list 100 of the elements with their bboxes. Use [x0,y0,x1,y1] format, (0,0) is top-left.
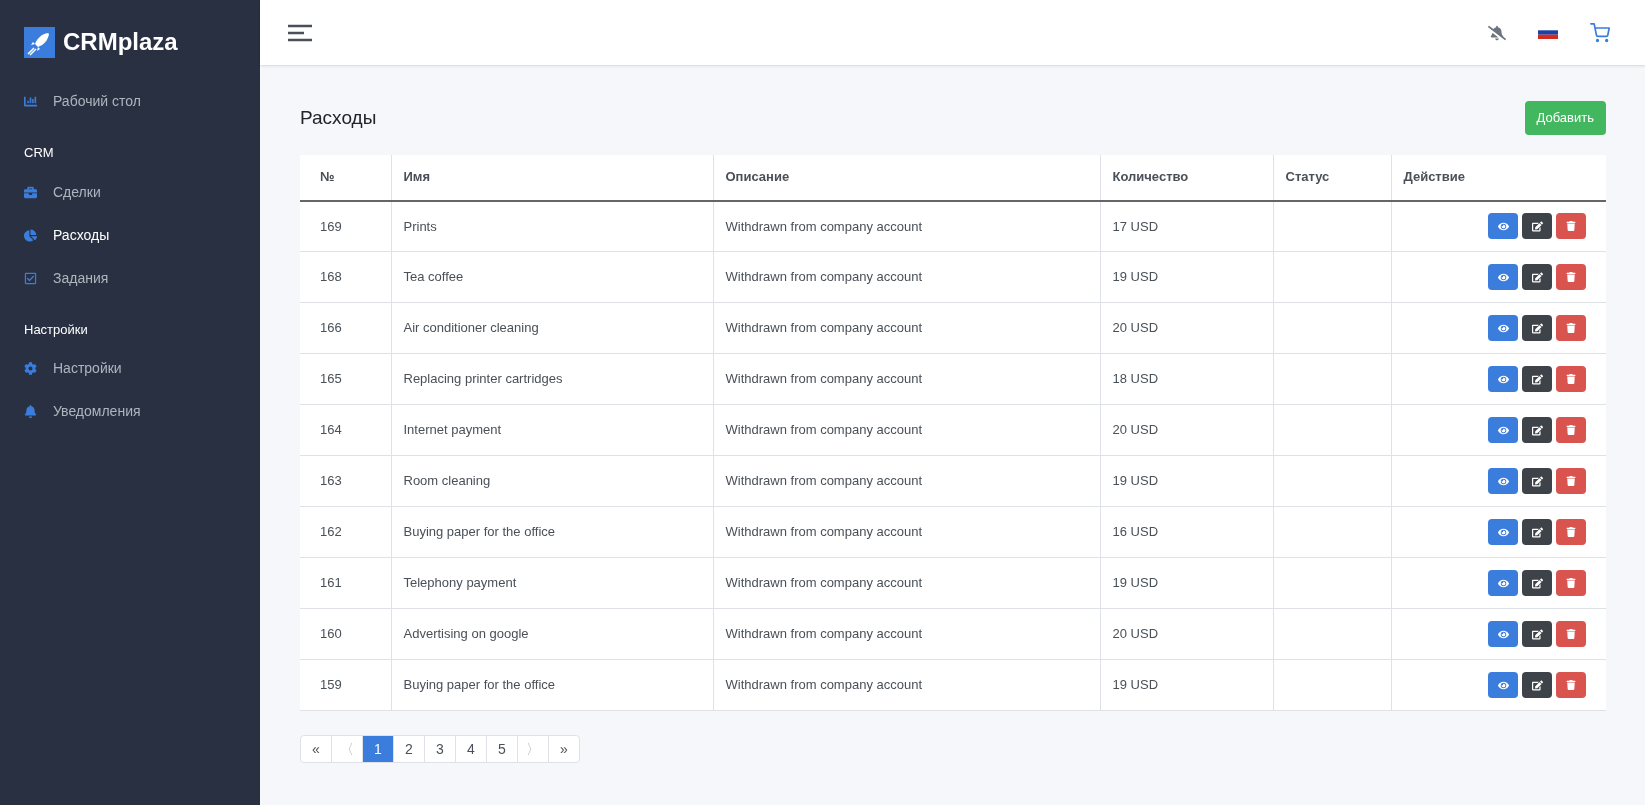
eye-icon [1497,373,1509,385]
menu-icon[interactable] [288,23,312,42]
column-header: Имя [403,169,431,185]
briefcase-icon [24,185,37,199]
bell-icon [24,405,37,418]
delete-button[interactable] [1556,264,1586,290]
table-cell: 19 USD [1112,269,1159,285]
delete-button[interactable] [1556,621,1586,647]
page-link[interactable]: 1 [362,735,394,763]
delete-button[interactable] [1556,672,1586,698]
settings-icon [24,362,37,375]
table-cell: Prints [403,218,437,234]
page-link[interactable]: 4 [455,735,487,763]
view-button[interactable] [1488,570,1518,596]
eye-icon [1497,577,1509,589]
sidebar-item[interactable]: Расходы [0,213,260,257]
edit-icon [1531,577,1543,589]
delete-button[interactable] [1556,570,1586,596]
table-cell: 17 USD [1112,218,1159,234]
table-cell: 168 [320,269,342,285]
eye-icon [1497,271,1509,283]
trash-icon [1566,323,1576,333]
delete-button[interactable] [1556,366,1586,392]
column-header: Статус [1285,169,1330,185]
edit-icon [1531,526,1543,538]
edit-button[interactable] [1522,264,1552,290]
view-button[interactable] [1488,621,1518,647]
chart-icon [24,95,37,108]
sidebar-item[interactable]: Рабочий стол [0,80,260,123]
edit-button[interactable] [1522,315,1552,341]
table-cell: 19 USD [1112,473,1159,489]
table-cell: 20 USD [1112,320,1159,336]
table-cell: Withdrawn from company account [725,218,923,234]
trash-icon [1566,374,1576,384]
view-button[interactable] [1488,417,1518,443]
edit-button[interactable] [1522,417,1552,443]
sidebar-item[interactable]: Уведомления [0,390,260,433]
view-button[interactable] [1488,213,1518,240]
edit-button[interactable] [1522,213,1552,240]
table-cell: 169 [320,218,342,234]
brand-name: CRMplaza [63,27,178,57]
trash-icon [1566,221,1576,232]
table-cell: 164 [320,422,342,438]
sidebar-item[interactable]: Задания [0,256,260,300]
edit-button[interactable] [1522,621,1552,647]
table-cell: 19 USD [1112,575,1159,591]
table-cell: Advertising on google [403,626,529,642]
table-cell: 166 [320,320,342,336]
trash-icon [1566,425,1576,435]
edit-button[interactable] [1522,366,1552,392]
cart-icon[interactable] [1590,22,1610,43]
column-header: Описание [725,169,790,185]
delete-button[interactable] [1556,417,1586,443]
view-button[interactable] [1488,264,1518,290]
view-button[interactable] [1488,315,1518,341]
trash-icon [1566,476,1576,486]
table-cell: 163 [320,473,342,489]
edit-icon [1531,424,1543,436]
table-cell: Withdrawn from company account [725,473,923,489]
edit-button[interactable] [1522,468,1552,494]
page-link[interactable]: 5 [486,735,518,763]
eye-icon [1497,526,1509,538]
view-button[interactable] [1488,672,1518,698]
view-button[interactable] [1488,468,1518,494]
table-cell: Internet payment [403,422,502,438]
edit-icon [1531,679,1543,691]
table-cell: Withdrawn from company account [725,269,923,285]
view-button[interactable] [1488,366,1518,392]
edit-icon [1531,322,1543,334]
table-cell: Withdrawn from company account [725,575,923,591]
trash-icon [1566,578,1576,588]
table-cell: 20 USD [1112,626,1159,642]
edit-button[interactable] [1522,519,1552,545]
edit-icon [1531,220,1543,232]
delete-button[interactable] [1556,468,1586,494]
delete-button[interactable] [1556,213,1586,240]
table-cell: Buying paper for the office [403,524,556,540]
edit-icon [1531,271,1543,283]
delete-button[interactable] [1556,519,1586,545]
edit-button[interactable] [1522,672,1552,698]
page-link[interactable]: » [548,735,580,763]
sidebar-item[interactable]: Сделки [0,170,260,214]
page-link[interactable]: « [300,735,332,763]
table-cell: Replacing printer cartridges [403,371,563,387]
table-cell: Withdrawn from company account [725,320,923,336]
column-header: Действие [1403,169,1465,185]
view-button[interactable] [1488,519,1518,545]
table-cell: 165 [320,371,342,387]
edit-button[interactable] [1522,570,1552,596]
table-cell: 16 USD [1112,524,1159,540]
page-title: Расходы [300,105,377,130]
delete-button[interactable] [1556,315,1586,341]
muted-bell-icon[interactable] [1488,23,1506,42]
trash-icon [1566,629,1576,639]
page-link[interactable]: 3 [424,735,456,763]
trash-icon [1566,272,1576,282]
table-cell: Withdrawn from company account [725,422,923,438]
table-cell: 161 [320,575,342,591]
page-link[interactable]: 2 [393,735,425,763]
sidebar-item[interactable]: Настройки [0,347,260,390]
